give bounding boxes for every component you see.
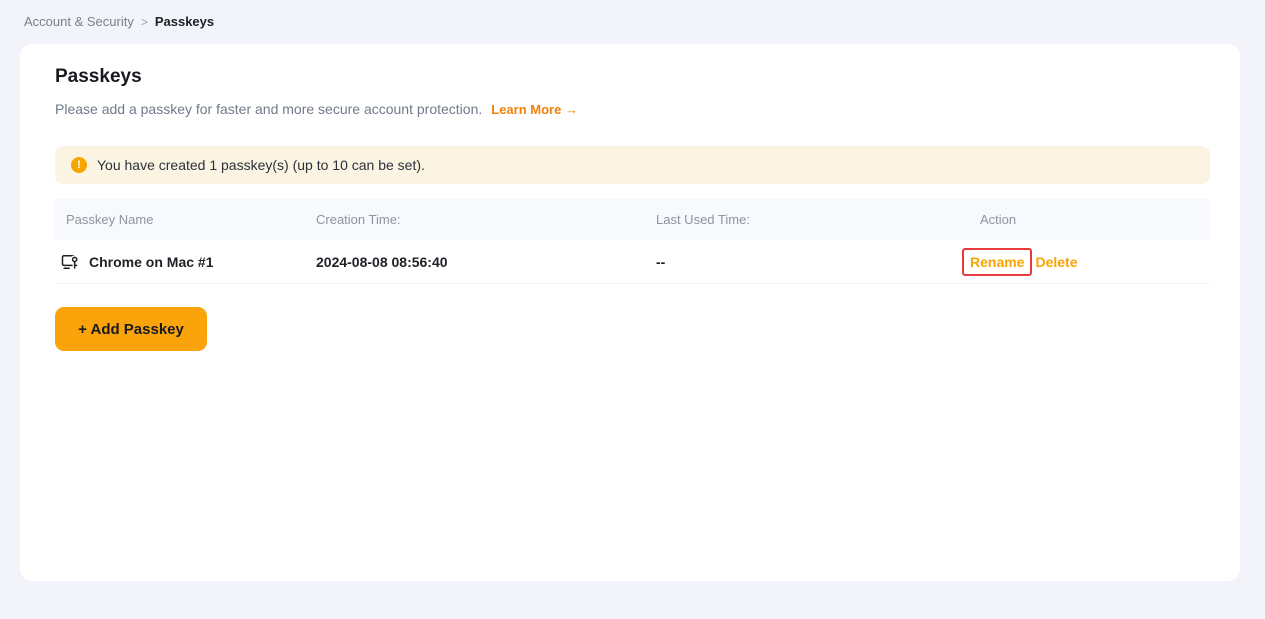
passkeys-card: Passkeys Please add a passkey for faster… [20, 44, 1240, 581]
arrow-right-icon: → [564, 101, 578, 117]
passkey-device-icon [61, 254, 79, 270]
breadcrumb-separator: > [140, 14, 148, 29]
passkey-count-text: You have created 1 passkey(s) (up to 10 … [97, 157, 425, 173]
header-passkey-name: Passkey Name [66, 212, 154, 227]
passkey-name-cell: Chrome on Mac #1 [55, 252, 305, 272]
breadcrumb-passkeys: Passkeys [154, 14, 215, 29]
rename-annotation-box: Rename [962, 247, 1033, 276]
rename-button[interactable]: Rename [970, 254, 1024, 270]
breadcrumb: Account & Security > Passkeys [0, 0, 1265, 29]
header-last-used-time: Last Used Time: [656, 212, 750, 227]
passkey-count-banner: ! You have created 1 passkey(s) (up to 1… [55, 146, 1210, 184]
page-description-row: Please add a passkey for faster and more… [55, 101, 1210, 117]
page-title: Passkeys [55, 66, 142, 87]
header-creation-time: Creation Time: [316, 212, 401, 227]
warning-icon: ! [71, 157, 87, 173]
passkeys-table: Passkey Name Creation Time: Last Used Ti… [55, 199, 1210, 284]
delete-button[interactable]: Delete [1035, 254, 1077, 270]
learn-more-link[interactable]: Learn More → [491, 102, 578, 117]
header-action: Action [980, 212, 1017, 227]
action-cell: Rename Delete [950, 247, 1210, 276]
breadcrumb-account-security[interactable]: Account & Security [24, 14, 134, 29]
table-row: Chrome on Mac #1 2024-08-08 08:56:40 -- … [55, 240, 1210, 284]
learn-more-label: Learn More [491, 101, 562, 117]
page-description: Please add a passkey for faster and more… [55, 101, 483, 117]
add-passkey-button[interactable]: + Add Passkey [55, 307, 207, 351]
table-header-row: Passkey Name Creation Time: Last Used Ti… [55, 199, 1210, 240]
last-used-cell: -- [656, 253, 666, 270]
passkey-name: Chrome on Mac #1 [89, 253, 214, 270]
creation-time-cell: 2024-08-08 08:56:40 [316, 253, 448, 270]
